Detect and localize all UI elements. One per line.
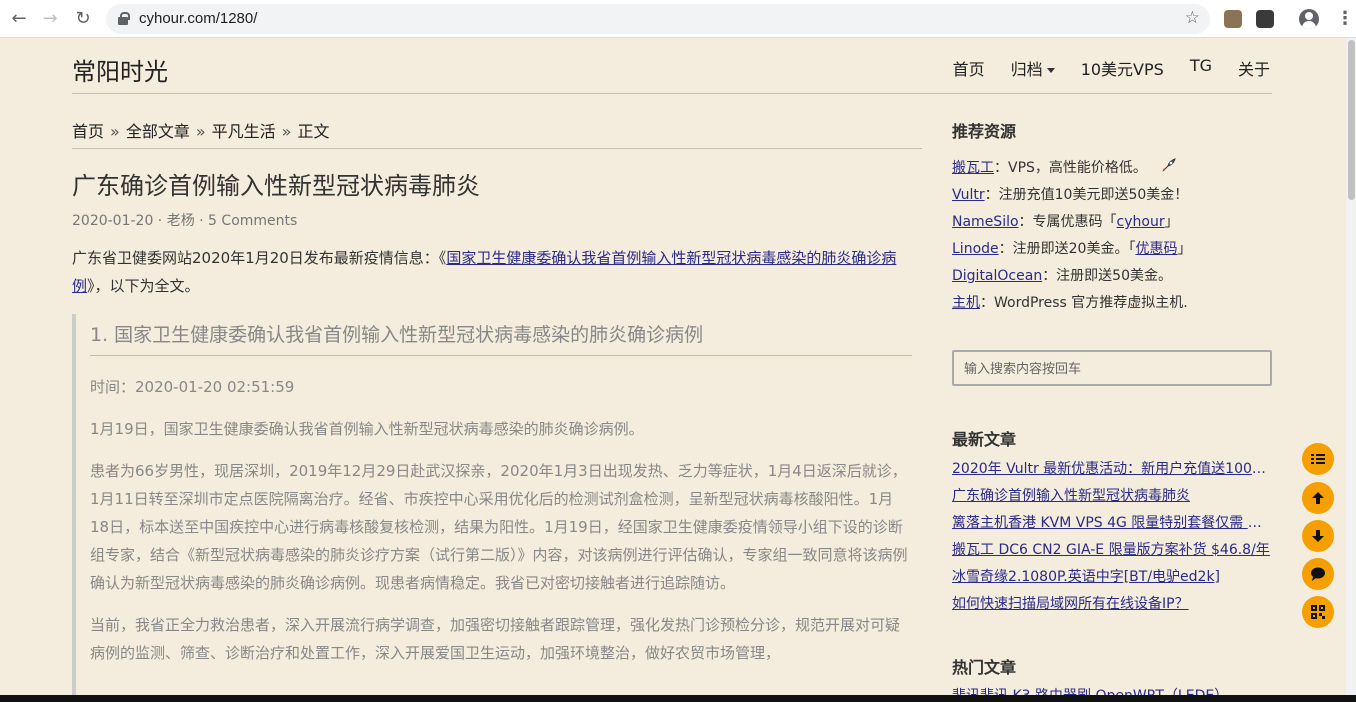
resource-desc-end: 」: [1177, 241, 1192, 257]
resources-heading: 推荐资源: [952, 122, 1017, 141]
nav-archive-label: 归档: [1010, 60, 1043, 79]
hot-heading: 热门文章: [952, 658, 1017, 677]
resource-desc: ：注册充值10美元即送50美金！: [984, 187, 1189, 203]
browser-toolbar: ← → ↻ cyhour.com/1280/ ☆ ⋮: [0, 0, 1356, 38]
extension-icon[interactable]: [1224, 10, 1242, 28]
breadcrumb-home[interactable]: 首页: [72, 122, 104, 141]
intro-text: 广东省卫健委网站2020年1月20日发布最新疫情信息：《: [72, 249, 447, 267]
quote-paragraph: 当前，我省正全力救治患者，深入开展流行病学调查，加强密切接触者跟踪管理，强化发热…: [90, 616, 901, 662]
quote-paragraph: 患者为66岁男性，现居深圳，2019年12月29日赴武汉探亲，2020年1月3日…: [90, 462, 908, 592]
latest-post-link[interactable]: 2020年 Vultr 最新优惠活动：新用户充值送100美元: [952, 458, 1274, 478]
breadcrumb-category[interactable]: 平凡生活: [212, 122, 276, 141]
bookmark-star-icon[interactable]: ☆: [1185, 8, 1200, 28]
intro-text-end: 》，以下为全文。: [87, 277, 200, 295]
resource-desc: ：WordPress 官方推荐虚拟主机.: [980, 295, 1188, 311]
scrollbar-thumb[interactable]: [1348, 40, 1355, 200]
quote-paragraph: 1月19日，国家卫生健康委确认我省首例输入性新型冠状病毒感染的肺炎确诊病例。: [90, 420, 644, 438]
resource-link[interactable]: 搬瓦工: [952, 160, 994, 176]
site-title[interactable]: 常阳时光: [72, 52, 168, 87]
resource-link[interactable]: DigitalOcean: [952, 268, 1042, 284]
search-input[interactable]: [952, 350, 1272, 386]
chevron-down-icon: [1046, 68, 1055, 73]
resource-link[interactable]: 主机: [952, 295, 980, 311]
forward-icon[interactable]: →: [39, 8, 61, 30]
nav-tg[interactable]: TG: [1190, 56, 1212, 80]
list-icon: [1311, 454, 1325, 464]
arrow-down-icon: [1312, 530, 1324, 542]
latest-heading: 最新文章: [952, 430, 1017, 449]
latest-post-link[interactable]: 如何快速扫描局域网所有在线设备IP？: [952, 593, 1274, 613]
comment-icon: [1311, 567, 1325, 581]
nav-home[interactable]: 首页: [953, 56, 985, 80]
url-text: cyhour.com/1280/: [139, 10, 258, 27]
taskbar: [0, 695, 1356, 702]
breadcrumb-all[interactable]: 全部文章: [126, 122, 190, 141]
toc-button[interactable]: [1302, 443, 1334, 475]
resource-desc: ：专属优惠码「: [1018, 214, 1117, 230]
qrcode-button[interactable]: [1302, 596, 1334, 628]
main-nav: 首页 归档 10美元VPS TG 关于: [927, 56, 1270, 80]
resource-link[interactable]: NameSilo: [952, 214, 1019, 230]
resource-item: 搬瓦工：VPS，高性能价格低。: [952, 157, 1177, 177]
breadcrumb: 首页 » 全部文章 » 平凡生活 » 正文: [72, 118, 329, 142]
resource-item: Linode：注册即送20美金。「优惠码」: [952, 238, 1191, 258]
resource-desc: ：注册即送20美金。「: [998, 241, 1136, 257]
breadcrumb-divider: [72, 148, 922, 149]
extension-icon-2[interactable]: [1256, 10, 1274, 28]
resource-desc-end: 」: [1164, 214, 1179, 230]
post-meta: 2020-01-20 · 老杨 · 5 Comments: [72, 213, 298, 229]
nav-vps[interactable]: 10美元VPS: [1081, 56, 1164, 80]
back-icon[interactable]: ←: [8, 8, 30, 30]
resource-desc: ：VPS，高性能价格低。: [994, 160, 1147, 176]
scroll-bottom-button[interactable]: [1302, 520, 1334, 552]
resource-item: Vultr：注册充值10美元即送50美金！: [952, 184, 1188, 204]
latest-post-link[interactable]: 冰雪奇缘2.1080P.英语中字[BT/电驴ed2k]: [952, 566, 1274, 586]
latest-post-link[interactable]: 篱落主机香港 KVM VPS 4G 限量特别套餐仅需 ￥50/月: [952, 512, 1274, 532]
resource-link[interactable]: Vultr: [952, 187, 985, 203]
comment-button[interactable]: [1302, 558, 1334, 590]
resource-item: DigitalOcean：注册即送50美金。: [952, 265, 1172, 285]
quote-title: 1. 国家卫生健康委确认我省首例输入性新型冠状病毒感染的肺炎确诊病例: [90, 314, 912, 356]
profile-avatar-icon[interactable]: [1299, 9, 1319, 29]
lock-icon: [118, 12, 130, 25]
rocket-icon: [1162, 158, 1177, 172]
coupon-link[interactable]: cyhour: [1117, 214, 1165, 230]
breadcrumb-sep: »: [110, 122, 120, 141]
resource-link[interactable]: Linode: [952, 241, 999, 257]
resource-item: 主机：WordPress 官方推荐虚拟主机.: [952, 292, 1188, 312]
latest-post-link[interactable]: 搬瓦工 DC6 CN2 GIA-E 限量版方案补货 $46.8/年: [952, 539, 1274, 559]
breadcrumb-sep: »: [195, 122, 206, 141]
latest-post-link[interactable]: 广东确诊首例输入性新型冠状病毒肺炎: [952, 485, 1274, 505]
nav-about[interactable]: 关于: [1238, 56, 1270, 80]
breadcrumb-current: 正文: [297, 122, 330, 141]
resource-desc: ：注册即送50美金。: [1042, 268, 1173, 284]
menu-icon[interactable]: ⋮: [1336, 8, 1354, 30]
qrcode-icon: [1311, 605, 1325, 619]
header-divider: [72, 93, 1272, 94]
scroll-top-button[interactable]: [1302, 482, 1334, 514]
resource-item: NameSilo：专属优惠码「cyhour」: [952, 211, 1179, 231]
address-bar[interactable]: cyhour.com/1280/ ☆: [106, 4, 1210, 34]
coupon-link[interactable]: 优惠码: [1135, 241, 1177, 257]
post-title: 广东确诊首例输入性新型冠状病毒肺炎: [72, 172, 480, 200]
reload-icon[interactable]: ↻: [72, 8, 94, 30]
breadcrumb-sep: »: [281, 122, 292, 141]
nav-archive[interactable]: 归档: [1011, 56, 1055, 80]
post-intro: 广东省卫健委网站2020年1月20日发布最新疫情信息：《国家卫生健康委确认我省首…: [72, 244, 924, 300]
blockquote: 1. 国家卫生健康委确认我省首例输入性新型冠状病毒感染的肺炎确诊病例 时间：20…: [72, 314, 922, 702]
arrow-up-icon: [1312, 492, 1324, 504]
quote-time: 时间：2020-01-20 02:51:59: [90, 378, 295, 396]
